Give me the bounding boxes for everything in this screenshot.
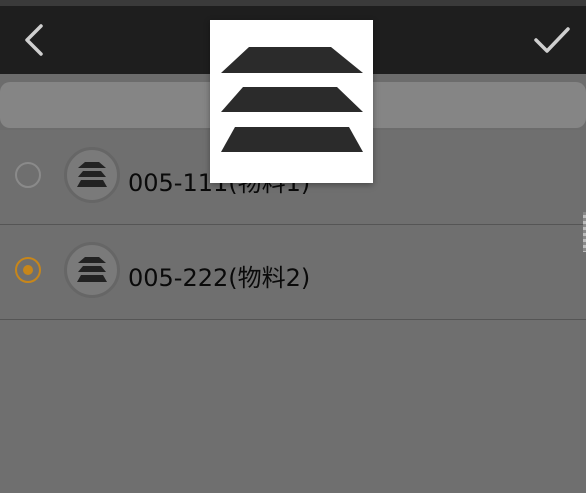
back-button[interactable] <box>14 20 54 60</box>
item-avatar <box>64 147 120 203</box>
radio-button-selected[interactable] <box>15 257 41 283</box>
checkmark-icon <box>534 27 570 53</box>
item-avatar <box>64 242 120 298</box>
icon-preview-popup <box>210 20 373 183</box>
app-screen: 005-111(物料1) 005-222(物料2) <box>0 0 586 493</box>
layers-icon <box>220 46 363 152</box>
chevron-left-icon <box>25 24 43 56</box>
list-item[interactable]: 005-222(物料2) <box>0 225 586 320</box>
layers-icon <box>77 162 107 187</box>
confirm-button[interactable] <box>530 20 574 60</box>
radio-button[interactable] <box>15 162 41 188</box>
item-label: 005-222(物料2) <box>128 264 311 292</box>
layers-icon <box>77 257 107 282</box>
radio-dot <box>23 265 33 275</box>
